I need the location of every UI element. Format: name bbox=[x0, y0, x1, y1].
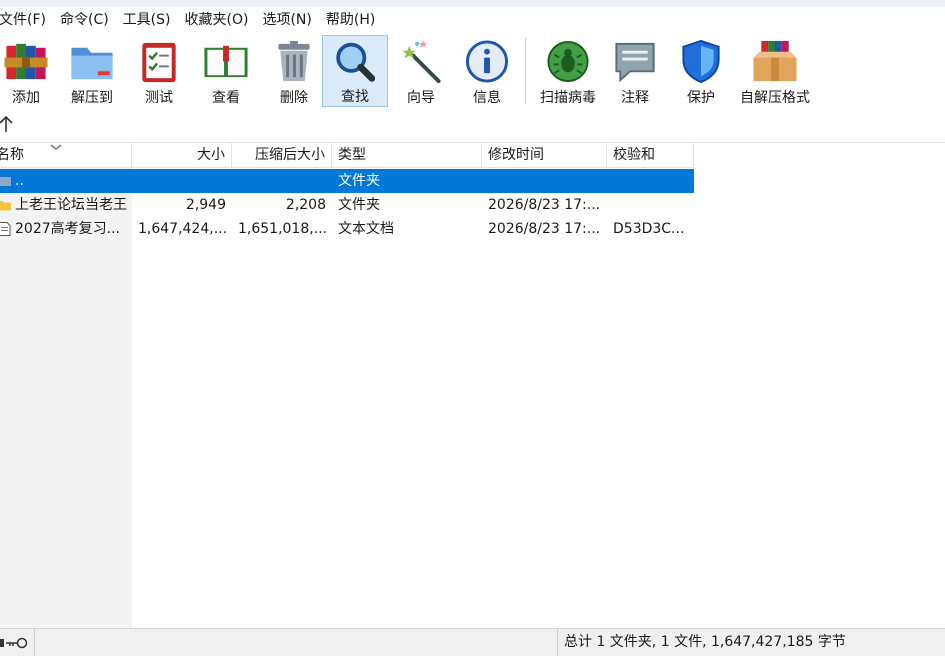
book-icon bbox=[204, 45, 248, 78]
wizard-label: 向导 bbox=[407, 90, 435, 106]
menu-favorites[interactable]: 收藏夹(O) bbox=[178, 7, 256, 33]
extract-button[interactable]: 解压到 bbox=[52, 35, 132, 107]
name-wrap: 上老王论坛当老王 bbox=[0, 193, 127, 217]
menu-tools[interactable]: 工具(S) bbox=[116, 7, 178, 33]
menu-command[interactable]: 命令(C) bbox=[53, 7, 116, 33]
extract-label: 解压到 bbox=[71, 90, 113, 106]
parent-folder-icon bbox=[0, 177, 11, 186]
cell-name: .. bbox=[0, 169, 132, 193]
status-summary: 总计 1 文件夹, 1 文件, 1,647,427,185 字节 bbox=[564, 634, 846, 650]
column-header-modified[interactable]: 修改时间 bbox=[482, 143, 607, 168]
cell-type: 文本文档 bbox=[338, 221, 394, 237]
column-header-crc[interactable]: 校验和 bbox=[607, 143, 694, 168]
file-row-folder[interactable]: 上老王论坛当老王 2,949 2,208 文件夹 2026/8/23 17:..… bbox=[0, 193, 694, 217]
sfx-button[interactable]: 自解压格式 bbox=[737, 35, 813, 107]
cell-crc: D53D3C... bbox=[613, 221, 685, 237]
test-label: 测试 bbox=[145, 90, 173, 106]
delete-button[interactable]: 删除 bbox=[266, 35, 322, 107]
drive-key-icon[interactable] bbox=[0, 636, 30, 650]
toolbar-separator bbox=[525, 38, 526, 104]
scan-button[interactable]: 扫描病毒 bbox=[531, 35, 605, 107]
cell-packed bbox=[232, 169, 332, 193]
menu-bar: 文件(F) 命令(C) 工具(S) 收藏夹(O) 选项(N) 帮助(H) bbox=[0, 7, 945, 33]
virus-scan-icon bbox=[547, 40, 589, 83]
cell-modified: 2026/8/23 17:... bbox=[488, 221, 601, 237]
name-wrap: .. bbox=[0, 169, 126, 193]
info-label: 信息 bbox=[473, 90, 501, 106]
file-row-parent[interactable]: .. 文件夹 bbox=[0, 169, 694, 193]
row-name: 2027高考复习... bbox=[15, 221, 120, 237]
title-strip bbox=[0, 0, 945, 7]
menu-file[interactable]: 文件(F) bbox=[0, 7, 53, 33]
name-wrap: 2027高考复习... bbox=[0, 217, 126, 241]
cell-type: 文件夹 bbox=[338, 197, 380, 213]
cell-packed: 1,651,018,... bbox=[238, 221, 328, 237]
cell-size: 1,647,424,... bbox=[138, 221, 228, 237]
comment-icon bbox=[615, 42, 655, 83]
comment-label: 注释 bbox=[621, 90, 649, 106]
view-button[interactable]: 查看 bbox=[186, 35, 266, 107]
status-bar: 总计 1 文件夹, 1 文件, 1,647,427,185 字节 bbox=[0, 628, 945, 656]
menu-options[interactable]: 选项(N) bbox=[255, 7, 318, 33]
protect-button[interactable]: 保护 bbox=[665, 35, 737, 107]
file-list: 名称 大小 压缩后大小 类型 修改时间 校验和 .. 文件夹 bbox=[0, 143, 945, 628]
column-name-label: 名称 bbox=[0, 147, 24, 163]
status-left bbox=[0, 629, 35, 656]
column-header-size[interactable]: 大小 bbox=[132, 143, 232, 168]
cell-crc bbox=[607, 169, 694, 193]
wizard-button[interactable]: 向导 bbox=[388, 35, 454, 107]
checklist-icon bbox=[142, 42, 176, 83]
shield-icon bbox=[682, 39, 720, 84]
rar-books-icon bbox=[4, 43, 48, 80]
up-arrow-icon[interactable] bbox=[0, 115, 14, 133]
magnifier-icon bbox=[336, 42, 376, 82]
column-header-packed[interactable]: 压缩后大小 bbox=[232, 143, 332, 168]
cell-name: 2027高考复习... bbox=[0, 217, 132, 241]
folder-icon bbox=[0, 201, 11, 211]
path-bar bbox=[0, 109, 945, 143]
toolbar: 添加 解压到 测试 查看 删除 查找 向导 信息 扫描病毒 注释 保护 自解压格… bbox=[0, 33, 945, 109]
cell-packed: 2,208 bbox=[285, 197, 326, 213]
cell-size bbox=[132, 169, 232, 193]
delete-label: 删除 bbox=[280, 90, 308, 106]
sfx-box-icon bbox=[753, 40, 797, 82]
comment-button[interactable]: 注释 bbox=[605, 35, 665, 107]
cell-modified bbox=[482, 169, 607, 193]
find-label: 查找 bbox=[341, 89, 369, 105]
cell-size: 2,949 bbox=[185, 197, 226, 213]
trash-icon bbox=[278, 40, 310, 82]
cell-name: 上老王论坛当老王 bbox=[0, 193, 132, 217]
view-label: 查看 bbox=[212, 90, 240, 106]
cell-crc bbox=[607, 193, 694, 217]
sfx-label: 自解压格式 bbox=[740, 90, 810, 106]
sort-arrow-icon bbox=[50, 144, 62, 150]
magic-wand-icon bbox=[402, 39, 441, 84]
column-header-type[interactable]: 类型 bbox=[332, 143, 482, 168]
test-button[interactable]: 测试 bbox=[132, 35, 186, 107]
file-row-text[interactable]: 2027高考复习... 1,647,424,... 1,651,018,... … bbox=[0, 217, 694, 241]
cell-type: 文件夹 bbox=[338, 173, 380, 189]
menu-help[interactable]: 帮助(H) bbox=[319, 7, 382, 33]
status-middle bbox=[35, 629, 558, 656]
column-header-name[interactable]: 名称 bbox=[0, 143, 132, 168]
protect-label: 保护 bbox=[687, 90, 715, 106]
cell-modified: 2026/8/23 17:... bbox=[488, 197, 601, 213]
info-button[interactable]: 信息 bbox=[454, 35, 520, 107]
folder-icon bbox=[71, 47, 113, 80]
find-button[interactable]: 查找 bbox=[322, 35, 388, 107]
column-header-row: 名称 大小 压缩后大小 类型 修改时间 校验和 bbox=[0, 143, 694, 168]
add-label: 添加 bbox=[12, 90, 40, 106]
scan-label: 扫描病毒 bbox=[540, 90, 596, 106]
row-name: 上老王论坛当老王 bbox=[15, 197, 127, 213]
text-file-icon bbox=[0, 222, 11, 236]
add-button[interactable]: 添加 bbox=[0, 35, 52, 107]
info-icon bbox=[465, 40, 509, 83]
row-name: .. bbox=[15, 173, 24, 189]
